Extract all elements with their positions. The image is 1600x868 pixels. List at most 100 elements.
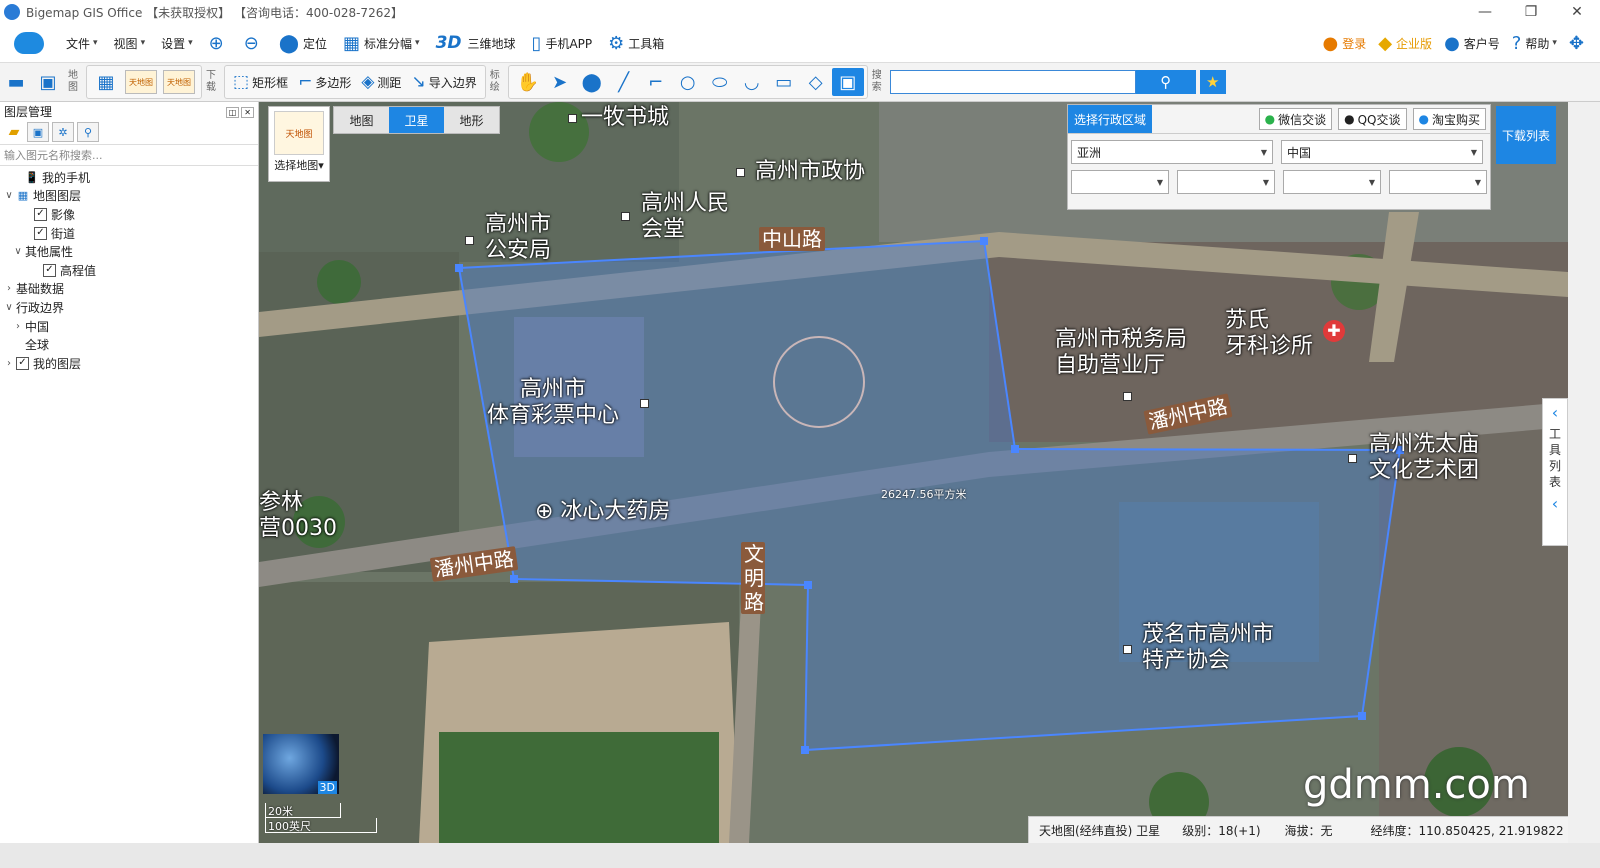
expand-toggle-icon[interactable]: ∨ — [2, 190, 16, 201]
customer-id-button[interactable]: ● 客户号 — [1438, 28, 1506, 58]
select-arrow-button[interactable]: ➤ — [544, 68, 576, 96]
measure-label: 测距 — [377, 75, 402, 90]
locate-button[interactable]: ⬤ 定位 — [271, 28, 335, 58]
enterprise-button[interactable]: ◆ 企业版 — [1372, 28, 1438, 58]
mobile-app-button[interactable]: ▯ 手机APP — [524, 28, 601, 58]
rect-frame-button[interactable]: ⬚ 矩形框 — [228, 68, 293, 96]
standard-grid-button[interactable]: ▦ 标准分幅 ▾ — [335, 28, 428, 58]
layer-tree-item[interactable]: 全球 — [0, 335, 258, 354]
menu-settings[interactable]: 设置 ▾ — [153, 28, 201, 58]
download-list-button[interactable]: 下载列表 — [1496, 106, 1556, 164]
layer-tree-item[interactable]: ∨ ▦ 地图图层 — [0, 187, 258, 206]
polygon-button[interactable]: ⌐ 多边形 — [293, 68, 356, 96]
mapworld-thumb-1[interactable]: 天地图 — [125, 70, 157, 94]
restore-button[interactable]: ❐ — [1508, 0, 1554, 24]
toolbox-button[interactable]: ⚙ 工具箱 — [600, 28, 672, 58]
layer-tree-item[interactable]: › 基础数据 — [0, 280, 258, 299]
close-button[interactable]: ✕ — [1554, 0, 1600, 24]
poi-marker[interactable] — [1123, 392, 1132, 401]
layer-tree-item[interactable]: ∨ 行政边界 — [0, 298, 258, 317]
tab-satellite[interactable]: 卫星 — [389, 107, 444, 133]
poi-marker[interactable] — [568, 114, 577, 123]
line-button[interactable]: ╱ — [608, 68, 640, 96]
poi-marker[interactable] — [640, 399, 649, 408]
expand-toggle-icon[interactable]: › — [2, 283, 16, 294]
poi-marker[interactable] — [736, 168, 745, 177]
select-map-button[interactable]: 天地图 选择地图▾ — [268, 106, 330, 182]
wechat-chat-button[interactable]: ● 微信交谈 — [1258, 108, 1333, 130]
layer-tree-item[interactable]: › 中国 — [0, 317, 258, 336]
pin-icon[interactable]: ◫ — [225, 107, 240, 118]
expand-toggle-icon[interactable]: ∨ — [2, 302, 16, 313]
layer-tree-item[interactable]: ✓ 影像 — [0, 205, 258, 224]
save-button[interactable]: ▣ — [32, 68, 64, 96]
layer-checkbox[interactable]: ✓ — [34, 226, 47, 240]
globe-3d-thumbnail[interactable]: 3D — [263, 734, 339, 794]
expand-toggle-icon[interactable]: ∨ — [11, 246, 25, 257]
minimize-button[interactable]: — — [1462, 0, 1508, 24]
search-button[interactable]: ⚲ — [1135, 70, 1196, 94]
chevron-down-icon: ▾ — [318, 159, 324, 172]
poi-marker[interactable] — [621, 212, 630, 221]
search-input[interactable] — [889, 70, 1136, 94]
layer-tree-item[interactable]: 📱 我的手机 — [0, 168, 258, 187]
circle-button[interactable]: ○ — [672, 68, 704, 96]
layer-tree-item[interactable]: › ✓ 我的图层 — [0, 354, 258, 373]
layer-search-input[interactable]: 输入图元名称搜索... — [0, 145, 258, 166]
tab-map[interactable]: 地图 — [334, 107, 389, 133]
layer-tree-item[interactable]: ∨ 其他属性 — [0, 242, 258, 261]
login-button[interactable]: ● 登录 — [1316, 28, 1372, 58]
expand-toggle-icon[interactable]: › — [2, 358, 16, 369]
layer-tree-item[interactable]: ✓ 高程值 — [0, 261, 258, 280]
marker-button[interactable]: ⬤ — [576, 68, 608, 96]
menu-view[interactable]: 视图 ▾ — [106, 28, 154, 58]
network-button[interactable]: ✥ — [1563, 28, 1594, 58]
zoom-in-button[interactable]: ⊕ — [201, 28, 236, 58]
layer-settings-icon[interactable]: ✲ — [52, 122, 74, 142]
3d-globe-button[interactable]: 3D 三维地球 — [428, 28, 524, 58]
country-select[interactable]: 中国 ▼ — [1281, 140, 1483, 164]
open-folder-button[interactable]: ▬ — [0, 68, 32, 96]
poi-marker[interactable] — [465, 236, 474, 245]
layer-checkbox[interactable]: ✓ — [43, 263, 56, 277]
tool-list-tab[interactable]: ‹ 工具列表 ‹ — [1542, 398, 1568, 546]
save-layer-icon[interactable]: ▣ — [27, 122, 49, 142]
zoom-out-button[interactable]: ⊖ — [236, 28, 271, 58]
close-icon[interactable]: ✕ — [241, 107, 254, 118]
import-boundary-button[interactable]: ↘ 导入边界 — [406, 68, 481, 96]
chevron-down-icon: ▾ — [188, 38, 193, 48]
layer-checkbox[interactable]: ✓ — [16, 356, 29, 370]
district-select[interactable]: ▼ — [1283, 170, 1381, 194]
map-view[interactable]: 天地图 选择地图▾ 地图 卫星 地形 一牧书城 高州市政协 高州市 公安局 高州… — [259, 102, 1568, 843]
favorite-button[interactable]: ★ — [1199, 70, 1226, 94]
tab-terrain[interactable]: 地形 — [444, 107, 499, 133]
layer-checkbox[interactable]: ✓ — [34, 207, 47, 221]
road-label-wenming: 文 明 路 — [741, 542, 765, 614]
expand-toggle-icon[interactable]: › — [11, 321, 25, 332]
layer-search-icon[interactable]: ⚲ — [77, 122, 99, 142]
annotation-edit-button[interactable]: ▣ — [831, 68, 864, 96]
map-source-button[interactable]: ▦ — [90, 68, 122, 96]
continent-select[interactable]: 亚洲 ▼ — [1071, 140, 1273, 164]
scale-metric: 20米 — [265, 803, 341, 818]
province-select[interactable]: ▼ — [1071, 170, 1169, 194]
right-scrollbar[interactable] — [1568, 102, 1600, 843]
taobao-buy-button[interactable]: ● 淘宝购买 — [1412, 108, 1486, 130]
mapworld-thumb-2[interactable]: 天地图 — [163, 70, 195, 94]
rectangle-button[interactable]: ▭ — [768, 68, 800, 96]
menu-file[interactable]: 文件 ▾ — [58, 28, 106, 58]
layer-tree-item[interactable]: ✓ 街道 — [0, 224, 258, 243]
pan-hand-button[interactable]: ✋ — [512, 68, 544, 96]
poi-marker[interactable] — [1123, 645, 1132, 654]
measure-button[interactable]: ◈ 测距 — [356, 68, 406, 96]
poi-marker[interactable] — [1348, 454, 1357, 463]
city-select[interactable]: ▼ — [1177, 170, 1275, 194]
qq-chat-button[interactable]: ● QQ交谈 — [1338, 108, 1407, 130]
open-layer-folder-icon[interactable]: ▰ — [4, 123, 24, 141]
polyline-button[interactable]: ⌐ — [640, 68, 672, 96]
sector-button[interactable]: ◡ — [736, 68, 768, 96]
help-button[interactable]: ? 帮助 ▾ — [1506, 28, 1563, 58]
ellipse-button[interactable]: ⬭ — [704, 68, 736, 96]
eraser-button[interactable]: ◇ — [800, 68, 832, 96]
town-select[interactable]: ▼ — [1389, 170, 1487, 194]
